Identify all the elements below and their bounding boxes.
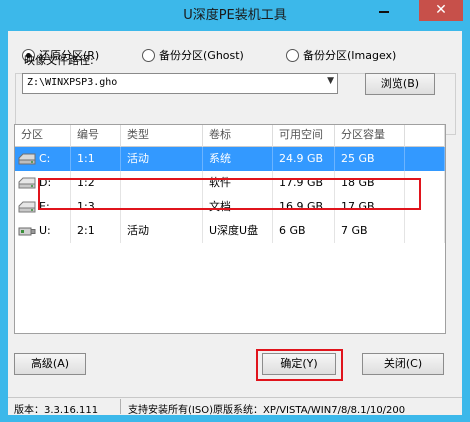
radio-backup-ghost[interactable]: 备份分区(Ghost) <box>142 46 244 64</box>
header-capacity[interactable]: 分区容量 <box>335 125 405 147</box>
cell-free-space: 24.9 GB <box>273 147 335 171</box>
header-extra <box>405 125 445 147</box>
radio-backup-imagex[interactable]: 备份分区(Imagex) <box>286 46 396 64</box>
header-type[interactable]: 类型 <box>121 125 203 147</box>
cell-extra <box>405 147 445 171</box>
minimize-icon <box>379 11 389 13</box>
minimize-button[interactable] <box>372 0 396 21</box>
hdd-icon <box>18 177 36 189</box>
status-separator <box>120 399 121 414</box>
image-path-combobox[interactable]: Z:\WINXPSP3.gho ▼ <box>22 73 338 94</box>
radio-backup-imagex-label: 备份分区(Imagex) <box>303 49 397 62</box>
ok-button[interactable]: 确定(Y) <box>262 353 336 375</box>
cell-type: 活动 <box>121 147 203 171</box>
radio-backup-ghost-circle[interactable] <box>142 48 155 62</box>
table-row[interactable]: C: 1:1 活动 系统 24.9 GB 25 GB <box>15 147 445 171</box>
cell-number: 1:1 <box>71 147 121 171</box>
header-volume-label[interactable]: 卷标 <box>203 125 273 147</box>
header-free-space[interactable]: 可用空间 <box>273 125 335 147</box>
image-path-value: Z:\WINXPSP3.gho <box>27 77 118 88</box>
selection-highlight-annotation <box>38 178 421 210</box>
cell-partition-text: C: <box>39 152 51 165</box>
hdd-icon <box>18 153 36 165</box>
cell-free-space: 6 GB <box>273 219 335 243</box>
cell-partition-text: U: <box>39 224 51 237</box>
table-header: 分区 编号 类型 卷标 可用空间 分区容量 <box>15 125 445 147</box>
cell-extra <box>405 219 445 243</box>
cell-partition: U: <box>15 219 71 243</box>
partition-table: 分区 编号 类型 卷标 可用空间 分区容量 C: 1:1 活动 系统 24.9 … <box>14 124 446 334</box>
cell-volume-label: 系统 <box>203 147 273 171</box>
window-title: U深度PE装机工具 <box>183 8 287 23</box>
radio-backup-ghost-label: 备份分区(Ghost) <box>159 49 244 62</box>
cell-partition: C: <box>15 147 71 171</box>
cell-capacity: 7 GB <box>335 219 405 243</box>
title-bar: U深度PE装机工具 ✕ <box>0 0 470 26</box>
cell-number: 2:1 <box>71 219 121 243</box>
header-number[interactable]: 编号 <box>71 125 121 147</box>
version-text: 版本：3.3.16.111 <box>14 405 99 416</box>
hdd-icon <box>18 201 36 213</box>
table-row[interactable]: U: 2:1 活动 U深度U盘 6 GB 7 GB <box>15 219 445 243</box>
radio-backup-imagex-circle[interactable] <box>286 48 299 62</box>
image-path-label: 映像文件路径: <box>24 54 94 67</box>
window-close-button[interactable]: ✕ <box>419 0 463 21</box>
cell-volume-label: U深度U盘 <box>203 219 273 243</box>
usb-drive-icon <box>18 227 36 236</box>
support-text: 支持安装所有(ISO)原版系统：XP/VISTA/WIN7/8/8.1/10/2… <box>128 405 406 416</box>
header-partition[interactable]: 分区 <box>15 125 71 147</box>
cell-type: 活动 <box>121 219 203 243</box>
status-bar: 版本：3.3.16.111 支持安装所有(ISO)原版系统：XP/VISTA/W… <box>8 397 462 416</box>
browse-button[interactable]: 浏览(B) <box>365 73 435 95</box>
chevron-down-icon[interactable]: ▼ <box>327 76 334 86</box>
close-button[interactable]: 关闭(C) <box>362 353 444 375</box>
advanced-button[interactable]: 高级(A) <box>14 353 86 375</box>
cell-capacity: 25 GB <box>335 147 405 171</box>
